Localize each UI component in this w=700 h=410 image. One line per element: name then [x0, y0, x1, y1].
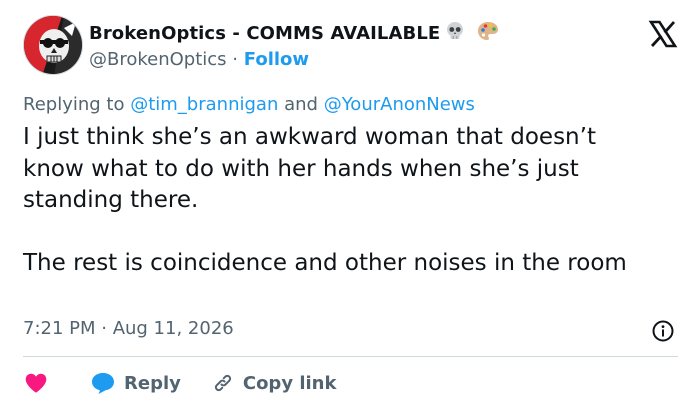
handle-separator: · — [232, 49, 239, 70]
reply-context: Replying to @tim_brannigan and @YourAnon… — [23, 94, 475, 115]
x-logo-icon[interactable] — [648, 19, 678, 49]
tweet-timestamp[interactable]: 7:21 PM · Aug 11, 2026 — [23, 318, 234, 339]
tweet-text: I just think she’s an awkward woman that… — [23, 124, 627, 276]
mention-youranonnews[interactable]: @YourAnonNews — [324, 94, 475, 115]
artist-palette-emoji-icon — [476, 20, 500, 46]
reply-label: Reply — [124, 372, 181, 394]
author-display-name[interactable]: BrokenOptics - COMMS AVAILABLE — [89, 23, 440, 44]
follow-button[interactable]: Follow — [244, 49, 309, 70]
like-button[interactable] — [23, 370, 49, 396]
heart-icon — [25, 373, 47, 393]
author-handle[interactable]: @BrokenOptics — [89, 49, 227, 70]
copy-link-button[interactable]: Copy link — [211, 371, 337, 395]
divider — [23, 356, 678, 357]
action-bar: Reply Copy link — [23, 370, 336, 396]
link-icon — [214, 374, 231, 392]
reply-bubble-icon — [92, 373, 114, 394]
author-name-row: BrokenOptics - COMMS AVAILABLE — [89, 20, 500, 46]
info-icon[interactable] — [651, 319, 675, 343]
copy-link-label: Copy link — [242, 372, 337, 394]
skull-emoji-icon — [444, 20, 466, 46]
avatar[interactable] — [23, 15, 83, 75]
reply-context-prefix: Replying to — [23, 94, 125, 115]
mention-tim-brannigan[interactable]: @tim_brannigan — [130, 94, 278, 115]
reply-context-conjunction: and — [284, 94, 318, 115]
author-handle-row: @BrokenOptics · Follow — [89, 49, 309, 70]
avatar-image — [24, 16, 82, 74]
reply-button[interactable]: Reply — [89, 370, 181, 396]
